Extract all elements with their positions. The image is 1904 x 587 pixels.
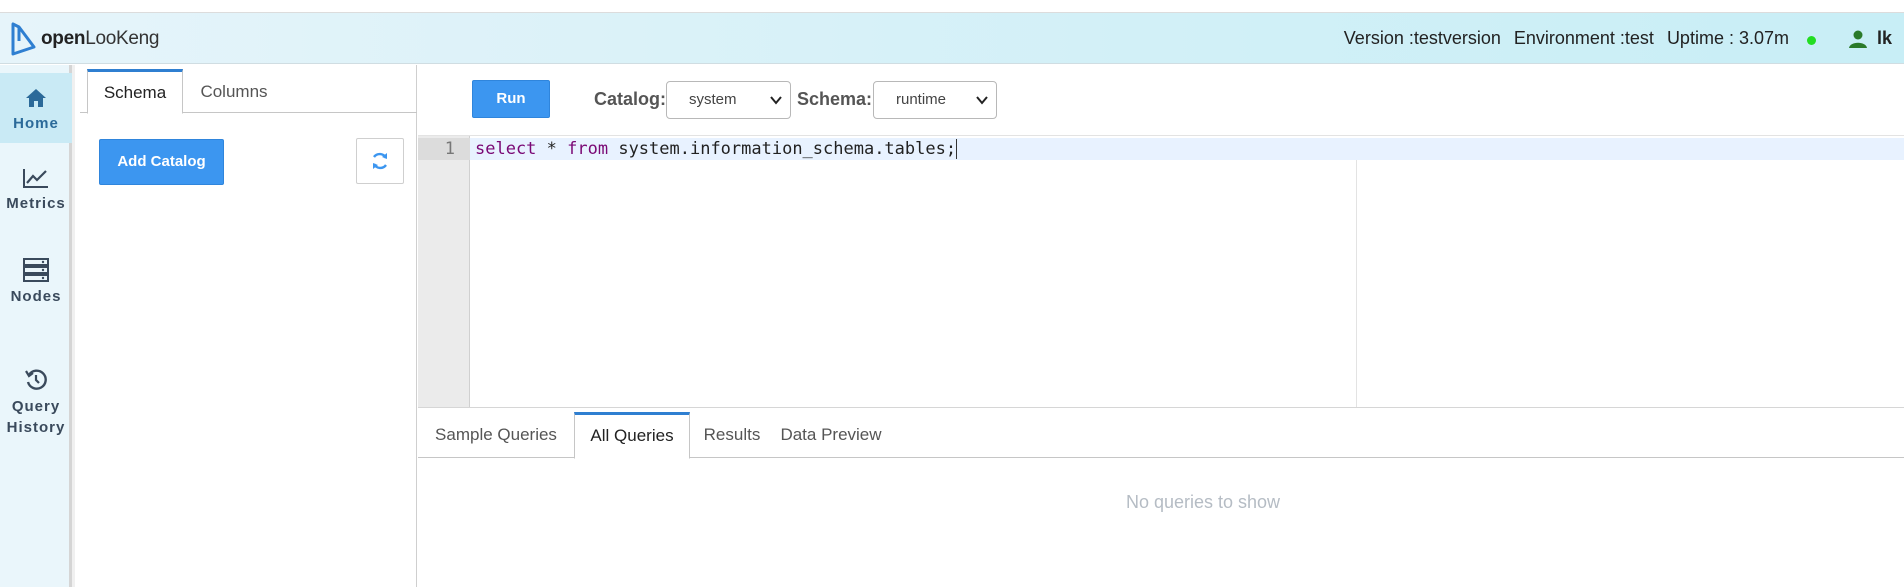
logo-text-suffix: LooKeng — [85, 28, 160, 49]
logo-text: openLooKeng — [41, 28, 159, 50]
editor-gutter — [418, 136, 470, 408]
sidebar-item-nodes[interactable]: Nodes — [0, 258, 72, 328]
user-icon — [1848, 30, 1867, 48]
sidebar-item-label: Home — [13, 115, 59, 132]
sidebar-item-label-line2: History — [6, 419, 66, 436]
history-icon — [25, 369, 47, 390]
sidebar-item-label: Nodes — [10, 288, 62, 305]
tab-all-queries[interactable]: All Queries — [574, 412, 690, 459]
environment-text: Environment :test — [1513, 28, 1654, 48]
version-text: Version :testversion — [1343, 28, 1501, 48]
run-button[interactable]: Run — [472, 80, 550, 118]
add-catalog-button[interactable]: Add Catalog — [99, 139, 224, 185]
tab-schema[interactable]: Schema — [87, 69, 183, 114]
tab-sample-queries[interactable]: Sample Queries — [418, 412, 574, 458]
tab-data-preview[interactable]: Data Preview — [774, 412, 888, 458]
sidebar-item-label: Metrics — [6, 195, 66, 212]
schema-panel: Schema Columns Add Catalog — [80, 65, 417, 587]
catalog-label: Catalog: — [594, 89, 666, 109]
chart-line-icon — [23, 169, 48, 188]
results-tabs: Sample Queries All Queries Results Data … — [418, 412, 1904, 459]
chevron-down-icon — [976, 96, 988, 105]
refresh-icon — [372, 152, 388, 170]
code-line[interactable]: select * from system.information_schema.… — [475, 138, 958, 160]
query-toolbar: Run Catalog: system Schema: runtime — [418, 65, 1904, 135]
refresh-button[interactable] — [356, 138, 404, 184]
home-icon — [26, 89, 46, 107]
schema-select-value: runtime — [896, 91, 947, 108]
header-status-area: Version :testversion Environment :test U… — [1331, 13, 1892, 64]
sql-star: * — [536, 139, 568, 159]
logo-text-prefix: open — [41, 28, 86, 49]
schema-label: Schema: — [797, 89, 873, 109]
window-top-strip — [0, 0, 1904, 13]
catalog-select[interactable]: system — [666, 81, 791, 119]
tab-results[interactable]: Results — [690, 412, 774, 458]
user-menu[interactable]: lk — [1848, 28, 1892, 49]
schema-tabs: Schema Columns — [80, 69, 417, 114]
openlookeng-logo[interactable]: openLooKeng — [10, 21, 159, 57]
empty-message: No queries to show — [1125, 492, 1281, 512]
app-header: openLooKeng Version :testversion Environ… — [0, 13, 1904, 64]
sql-keyword-from: from — [567, 139, 609, 159]
sidebar-item-query-history[interactable]: Query History — [0, 368, 72, 448]
sidebar-item-label-line1: Query — [11, 398, 61, 415]
schema-select[interactable]: runtime — [873, 81, 997, 119]
status-indicator-icon — [1806, 35, 1816, 45]
server-icon — [23, 258, 49, 282]
line-number: 1 — [444, 139, 455, 159]
sidebar-nav: Home Metrics Nodes Query History — [0, 65, 75, 587]
text-cursor — [956, 139, 958, 159]
uptime-text: Uptime : 3.07m — [1666, 28, 1789, 48]
sidebar-item-metrics[interactable]: Metrics — [0, 167, 72, 237]
tab-columns[interactable]: Columns — [183, 69, 285, 113]
query-workspace: Run Catalog: system Schema: runtime 1 se… — [418, 65, 1904, 587]
print-margin — [1356, 160, 1357, 408]
user-name: lk — [1876, 28, 1892, 48]
sql-rest: system.information_schema.tables; — [608, 139, 957, 159]
logo-icon — [11, 22, 36, 56]
results-panel: Sample Queries All Queries Results Data … — [418, 407, 1904, 587]
catalog-select-value: system — [689, 91, 737, 108]
sql-editor[interactable]: 1 select * from system.information_schem… — [418, 135, 1904, 408]
sidebar-item-home[interactable]: Home — [0, 73, 72, 143]
sql-keyword-select: select — [475, 139, 537, 159]
chevron-down-icon — [770, 96, 782, 105]
